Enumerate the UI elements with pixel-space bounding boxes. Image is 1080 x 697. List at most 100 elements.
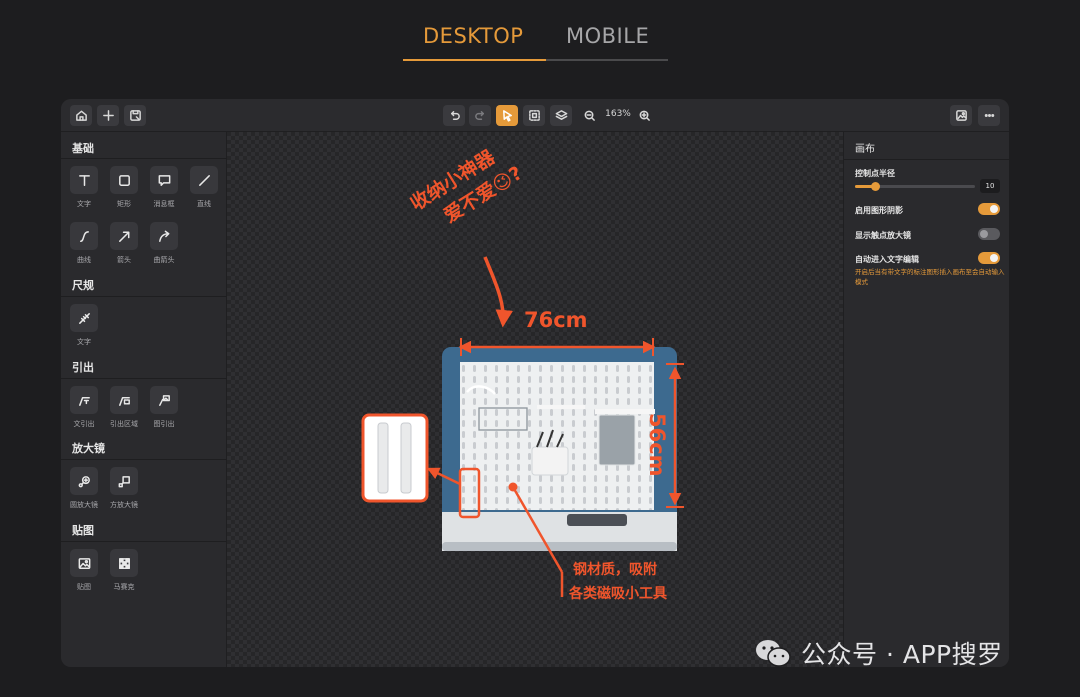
tab-mobile[interactable]: MOBILE	[566, 24, 649, 48]
tool-message-box[interactable]: 消息框	[144, 166, 184, 209]
tool-label: 矩形	[117, 200, 131, 208]
tool-label: 曲线	[77, 256, 91, 264]
editor-window: 163% 基础 文字 矩形 消息框 直线 曲线 箭头 曲箭头 尺规 文字 引出 …	[61, 99, 1009, 667]
title-curved-arrow[interactable]	[483, 256, 513, 328]
toggle-knob	[990, 205, 998, 213]
layers-icon	[555, 110, 567, 120]
tool-image-callout[interactable]: 图引出	[144, 386, 184, 429]
tool-text[interactable]: 文字	[64, 166, 104, 209]
export-image-button[interactable]	[950, 105, 972, 126]
save-button[interactable]	[124, 105, 146, 126]
tool-callout-area[interactable]: 引出区域	[104, 386, 144, 429]
bottom-annotation-line1: 钢材质，吸附	[573, 562, 657, 578]
image-icon	[78, 557, 90, 569]
tool-label: 直线	[197, 200, 211, 208]
tool-label: 文字	[77, 200, 91, 208]
zoom-in-icon	[639, 110, 650, 121]
undo-icon	[450, 111, 460, 120]
tool-rectangle[interactable]: 矩形	[104, 166, 144, 209]
section-title-ruler: 尺规	[72, 279, 94, 292]
image-callout-icon	[158, 394, 170, 406]
select-area-button[interactable]	[523, 105, 545, 126]
undo-button[interactable]	[443, 105, 465, 126]
tool-label: 方放大镜	[110, 501, 138, 509]
height-label[interactable]: 56cm	[645, 413, 669, 477]
pointer-icon	[502, 110, 512, 122]
rectangle-icon	[118, 174, 130, 186]
tools-panel: 基础 文字 矩形 消息框 直线 曲线 箭头 曲箭头 尺规 文字 引出 文引出 引…	[61, 132, 227, 667]
redo-button[interactable]	[469, 105, 491, 126]
text-callout-icon	[78, 396, 90, 406]
section-title-callout: 引出	[72, 361, 94, 374]
bottom-annotation[interactable]: 钢材质，吸附 各类磁吸小工具	[569, 558, 667, 606]
tool-ruler-text[interactable]: 文字	[64, 304, 104, 347]
magnifier-toggle[interactable]	[978, 228, 1000, 240]
product-photo[interactable]	[442, 347, 677, 551]
zoom-level: 163%	[605, 109, 631, 119]
tab-underline	[403, 59, 668, 61]
add-button[interactable]	[97, 105, 119, 126]
zoom-in-button[interactable]	[633, 105, 655, 126]
tool-label: 曲箭头	[153, 256, 175, 264]
shadow-toggle[interactable]	[978, 203, 1000, 215]
tool-label: 贴图	[77, 583, 91, 591]
callout-area-icon	[118, 396, 130, 406]
redo-icon	[474, 111, 484, 120]
plus-icon	[102, 110, 114, 121]
ruler-icon	[78, 312, 90, 324]
pointer-tool-button[interactable]	[496, 105, 518, 126]
canvas[interactable]: 收纳小神器 爱不爱😉? 76cm 56cm 钢材质，吸附 各类磁吸小工具	[227, 132, 843, 667]
width-label[interactable]: 76cm	[524, 308, 588, 332]
watermark: 公众号 · APP搜罗	[753, 635, 1003, 671]
divider	[844, 159, 1009, 160]
tool-line[interactable]: 直线	[184, 166, 224, 209]
tool-label: 图引出	[153, 420, 175, 428]
tool-mosaic[interactable]: 马赛克	[104, 549, 144, 592]
tool-label: 文字	[77, 338, 91, 346]
more-button[interactable]	[978, 105, 1000, 126]
platform-tabs: DESKTOP MOBILE	[403, 18, 668, 62]
arrow-icon	[118, 231, 129, 242]
tool-curved-arrow[interactable]: 曲箭头	[144, 222, 184, 265]
square-magnifier-icon	[118, 475, 130, 487]
zoom-out-button[interactable]	[578, 105, 600, 126]
mosaic-icon	[118, 557, 130, 569]
export-image-icon	[955, 110, 967, 121]
tool-curve[interactable]: 曲线	[64, 222, 104, 265]
radius-slider[interactable]	[855, 182, 975, 191]
toolbar: 163%	[61, 99, 1009, 132]
tab-desktop[interactable]: DESKTOP	[423, 24, 523, 48]
divider	[61, 378, 227, 379]
tool-round-magnifier[interactable]: 圆放大镜	[64, 467, 104, 510]
home-button[interactable]	[70, 105, 92, 126]
home-icon	[75, 110, 87, 121]
magnifier-label: 显示触点放大镜	[855, 231, 911, 240]
page: DESKTOP MOBILE 163% 基础 文字 矩形 消息框 直线 曲线 箭…	[0, 0, 1080, 697]
auto-edit-hint: 开启后当有带文字的标注图形插入画布至会自动输入模式	[855, 268, 1005, 286]
divider	[61, 296, 227, 297]
line-icon	[198, 174, 210, 186]
divider	[61, 459, 227, 460]
auto-edit-toggle[interactable]	[978, 252, 1000, 264]
zoom-out-icon	[584, 110, 595, 121]
radius-value[interactable]: 10	[980, 179, 1000, 193]
tool-label: 马赛克	[113, 583, 135, 591]
tool-square-magnifier[interactable]: 方放大镜	[104, 467, 144, 510]
section-title-magnifier: 放大镜	[72, 442, 105, 455]
radius-label: 控制点半径	[855, 169, 895, 178]
tool-arrow[interactable]: 箭头	[104, 222, 144, 265]
text-icon	[78, 174, 90, 186]
tool-sticker[interactable]: 贴图	[64, 549, 104, 592]
toggle-knob	[980, 230, 988, 238]
tool-text-callout[interactable]: 文引出	[64, 386, 104, 429]
speech-bubble-icon	[158, 174, 170, 186]
layers-button[interactable]	[550, 105, 572, 126]
panel-title: 画布	[855, 144, 875, 155]
properties-panel: 画布 控制点半径 10 启用图形阴影 显示触点放大镜 自动进入文字编辑 开启后当…	[843, 132, 1009, 667]
watermark-text: 公众号 · APP搜罗	[801, 640, 1003, 669]
tab-active-indicator	[403, 59, 546, 61]
radius-slider-knob[interactable]	[871, 182, 881, 191]
section-title-sticker: 贴图	[72, 524, 94, 537]
bottom-annotation-line2: 各类磁吸小工具	[569, 586, 667, 602]
shadow-label: 启用图形阴影	[855, 206, 903, 215]
